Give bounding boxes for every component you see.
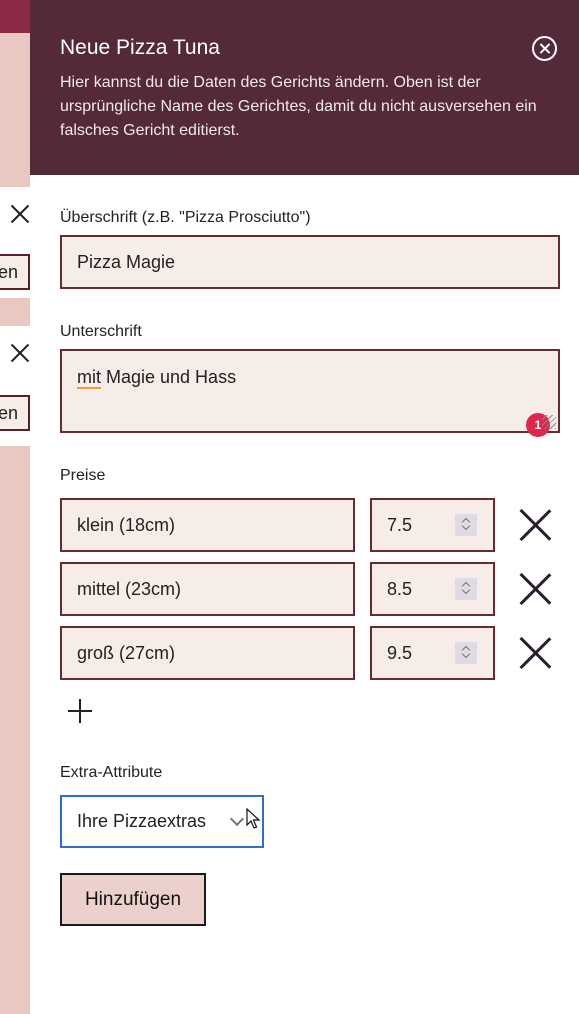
panel-header: Neue Pizza Tuna Hier kannst du die Daten… — [30, 0, 579, 175]
edit-panel: Neue Pizza Tuna Hier kannst du die Daten… — [30, 0, 579, 1014]
background-card-button[interactable]: en — [0, 395, 30, 431]
resize-handle-icon[interactable] — [542, 415, 556, 429]
remove-price-icon[interactable] — [519, 573, 551, 605]
spinner-icon[interactable] — [455, 642, 477, 664]
price-value-input[interactable]: 9.5 — [370, 626, 495, 680]
heading-input[interactable]: Pizza Magie — [60, 235, 560, 289]
price-value: 9.5 — [387, 642, 413, 663]
subheading-textarea-value: mit Magie und Hass — [77, 367, 237, 389]
subheading-text: Magie und Hass — [101, 367, 237, 387]
price-size-input[interactable]: mittel (23cm) — [60, 562, 355, 616]
chevron-down-icon — [229, 811, 245, 827]
price-size-input[interactable]: klein (18cm) — [60, 498, 355, 552]
mouse-pointer-icon — [246, 808, 261, 829]
price-size-value: klein (18cm) — [77, 514, 176, 535]
spinner-icon[interactable] — [455, 514, 477, 536]
price-value-input[interactable]: 7.5 — [370, 498, 495, 552]
price-value: 8.5 — [387, 578, 413, 599]
subheading-label: Unterschrift — [60, 323, 142, 340]
background-card-button[interactable]: en — [0, 254, 30, 290]
add-price-plus-icon[interactable] — [68, 699, 92, 723]
price-value: 7.5 — [387, 514, 413, 535]
price-size-value: mittel (23cm) — [77, 578, 182, 599]
add-button[interactable]: Hinzufügen — [60, 873, 206, 926]
spelling-underline: mit — [77, 367, 101, 389]
background-close-icon[interactable] — [10, 343, 30, 363]
remove-price-icon[interactable] — [519, 637, 551, 669]
panel-title: Neue Pizza Tuna — [60, 36, 220, 59]
close-circle-icon[interactable] — [532, 36, 557, 61]
extras-select[interactable]: Ihre Pizzaextras — [60, 795, 264, 848]
panel-description: Hier kannst du die Daten des Gerichts än… — [60, 74, 537, 139]
heading-input-value: Pizza Magie — [77, 251, 176, 272]
price-size-input[interactable]: groß (27cm) — [60, 626, 355, 680]
price-value-input[interactable]: 8.5 — [370, 562, 495, 616]
extras-select-value: Ihre Pizzaextras — [77, 811, 207, 831]
spinner-icon[interactable] — [455, 578, 477, 600]
subheading-textarea[interactable]: mit Magie und Hass 1 — [60, 349, 560, 437]
background-page: en en — [0, 0, 30, 1014]
prices-label: Preise — [60, 467, 106, 484]
background-close-icon[interactable] — [10, 204, 30, 224]
heading-label: Überschrift (z.B. "Pizza Prosciutto") — [60, 209, 311, 226]
background-topbar — [0, 0, 30, 33]
remove-price-icon[interactable] — [519, 509, 551, 541]
extras-label: Extra-Attribute — [60, 764, 163, 781]
price-size-value: groß (27cm) — [77, 642, 176, 663]
